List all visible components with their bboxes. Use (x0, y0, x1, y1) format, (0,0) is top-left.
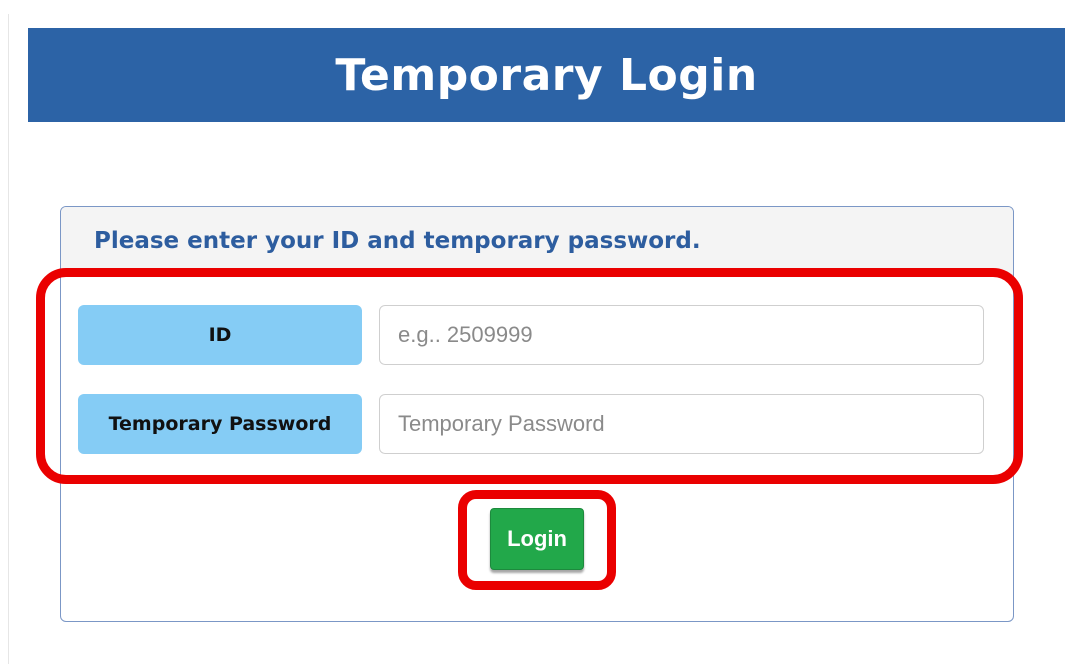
password-label: Temporary Password (78, 394, 362, 454)
id-input[interactable] (379, 305, 984, 365)
password-row: Temporary Password (78, 394, 984, 454)
password-input[interactable] (379, 394, 984, 454)
page-left-border (8, 14, 9, 664)
id-label: ID (78, 305, 362, 365)
page-title: Temporary Login (335, 49, 758, 101)
login-button[interactable]: Login (490, 508, 584, 570)
id-row: ID (78, 305, 984, 365)
header-bar: Temporary Login (28, 28, 1065, 122)
page: Temporary Login Please enter your ID and… (0, 0, 1070, 670)
card-header: Please enter your ID and temporary passw… (61, 207, 1013, 275)
instruction-text: Please enter your ID and temporary passw… (94, 227, 701, 254)
